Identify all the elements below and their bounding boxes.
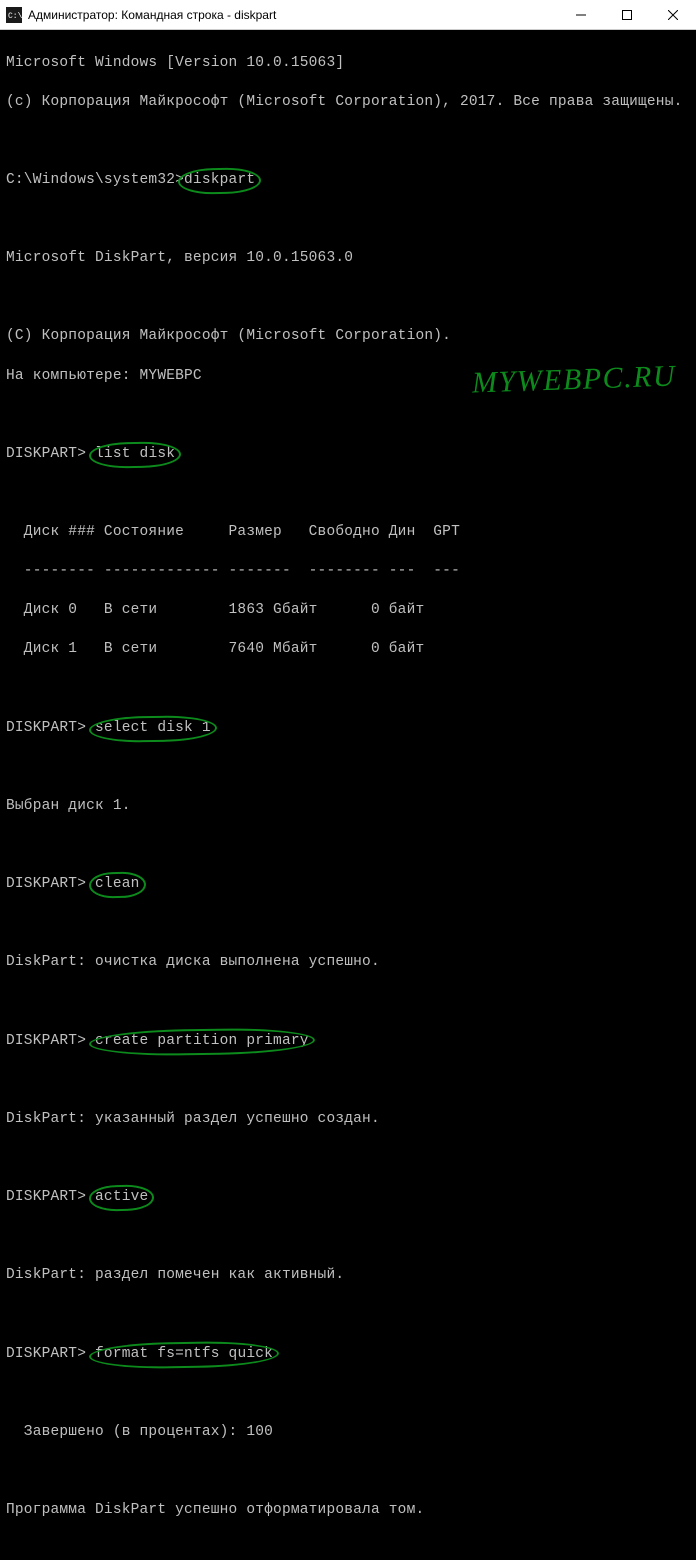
diskpart-copyright: (C) Корпорация Майкрософт (Microsoft Cor…	[6, 327, 690, 347]
close-button[interactable]	[650, 0, 696, 29]
terminal-area[interactable]: Microsoft Windows [Version 10.0.15063] (…	[0, 30, 696, 780]
table-row: Диск 1 В сети 7640 Mбайт 0 байт	[6, 640, 690, 660]
maximize-button[interactable]	[604, 0, 650, 29]
computer-line: На компьютере: MYWEBPC	[6, 367, 690, 387]
window-title: Администратор: Командная строка - diskpa…	[28, 8, 558, 22]
msg-cleaned: DiskPart: очистка диска выполнена успешн…	[6, 953, 690, 973]
table-row: Диск 0 В сети 1863 Gбайт 0 байт	[6, 601, 690, 621]
version-line: Microsoft Windows [Version 10.0.15063]	[6, 54, 690, 74]
msg-created: DiskPart: указанный раздел успешно созда…	[6, 1110, 690, 1130]
msg-formatted: Программа DiskPart успешно отформатирова…	[6, 1501, 690, 1521]
diskpart-version: Microsoft DiskPart, версия 10.0.15063.0	[6, 249, 690, 269]
prompt-createpart: DISKPART> create partition primary	[6, 1032, 690, 1052]
titlebar: C:\ Администратор: Командная строка - di…	[0, 0, 696, 30]
minimize-button[interactable]	[558, 0, 604, 29]
table-divider: -------- ------------- ------- -------- …	[6, 562, 690, 582]
cmd-listdisk: list disk	[95, 445, 175, 465]
window-controls	[558, 0, 696, 29]
cmd-createpart: create partition primary	[95, 1032, 309, 1052]
prompt-listdisk: DISKPART> list disk	[6, 445, 690, 465]
table-header: Диск ### Состояние Размер Свободно Дин G…	[6, 523, 690, 543]
prompt-active: DISKPART> active	[6, 1188, 690, 1208]
msg-selected: Выбран диск 1.	[6, 797, 690, 817]
msg-active: DiskPart: раздел помечен как активный.	[6, 1266, 690, 1286]
svg-text:C:\: C:\	[8, 12, 22, 21]
cmd-diskpart: diskpart	[184, 171, 255, 191]
prompt-clean: DISKPART> clean	[6, 875, 690, 895]
copyright-line: (c) Корпорация Майкрософт (Microsoft Cor…	[6, 93, 690, 113]
prompt-line: C:\Windows\system32>diskpart	[6, 171, 690, 191]
cmd-selectdisk: select disk 1	[95, 719, 211, 739]
cmd-clean: clean	[95, 875, 140, 895]
cmd-format: format fs=ntfs quick	[95, 1345, 273, 1365]
msg-progress: Завершено (в процентах): 100	[6, 1423, 690, 1443]
prompt-format: DISKPART> format fs=ntfs quick	[6, 1345, 690, 1365]
cmd-active: active	[95, 1188, 148, 1208]
cmd-icon: C:\	[6, 7, 22, 23]
prompt-selectdisk: DISKPART> select disk 1	[6, 719, 690, 739]
